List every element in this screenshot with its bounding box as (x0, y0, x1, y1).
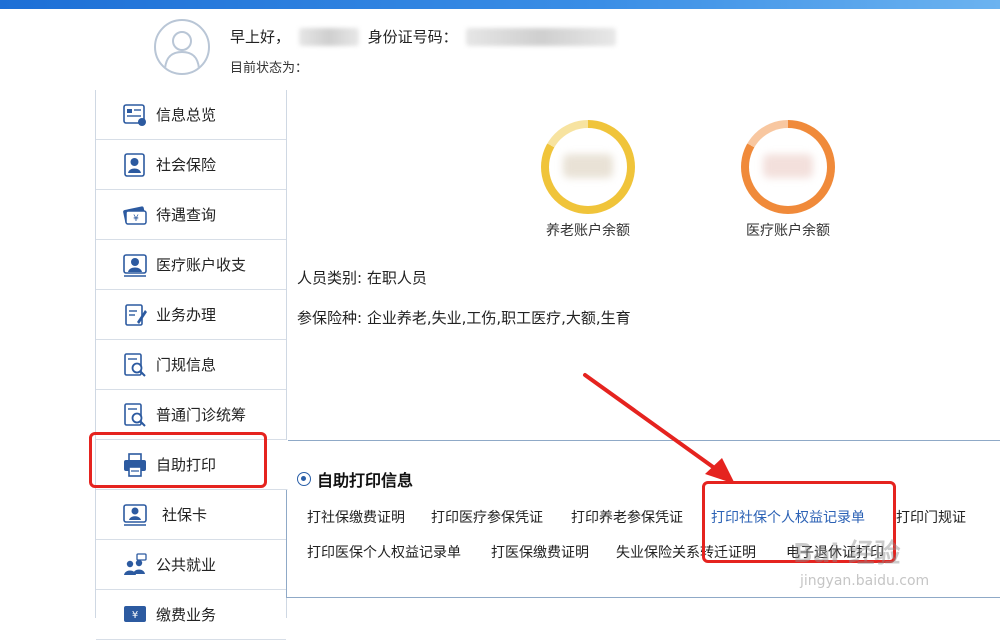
red-arrow-annotation (583, 373, 735, 484)
